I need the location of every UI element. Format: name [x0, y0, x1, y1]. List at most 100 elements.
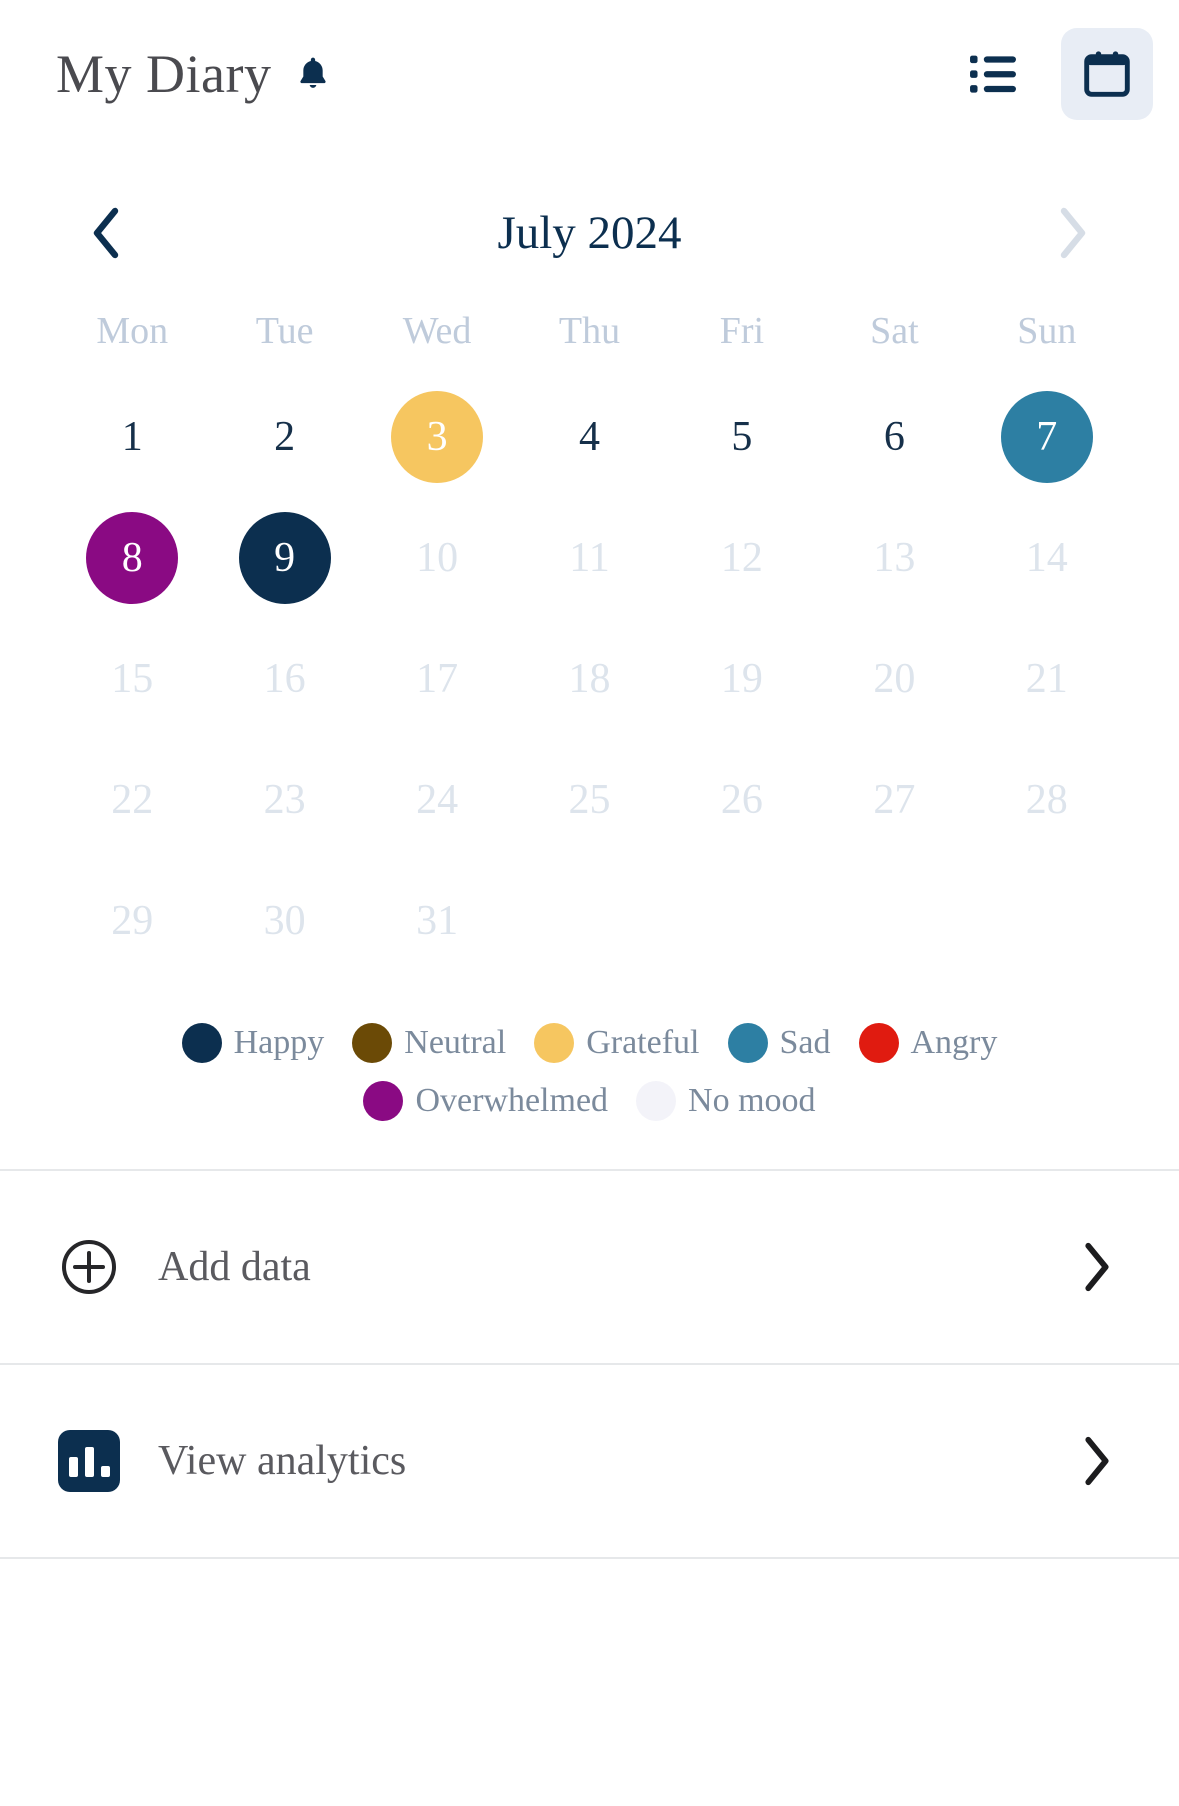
calendar-day-cell[interactable]: 31 — [361, 860, 513, 981]
calendar-day[interactable]: 10 — [391, 512, 483, 604]
chevron-right-icon[interactable] — [1069, 1240, 1123, 1294]
calendar-day[interactable]: 25 — [543, 754, 635, 846]
calendar-day[interactable]: 29 — [86, 875, 178, 967]
app-header: My Diary — [0, 0, 1179, 148]
mood-swatch — [727, 1023, 768, 1063]
calendar-day[interactable]: 26 — [696, 754, 788, 846]
calendar-day-cell[interactable]: 14 — [971, 497, 1123, 618]
calendar-day-cell[interactable]: 24 — [361, 739, 513, 860]
mood-legend-label: Angry — [910, 1024, 998, 1061]
calendar-day[interactable]: 5 — [696, 391, 788, 483]
calendar-day[interactable]: 14 — [1001, 512, 1093, 604]
calendar-day[interactable]: 1 — [86, 391, 178, 483]
calendar-day-cell[interactable]: 25 — [513, 739, 665, 860]
calendar-day[interactable]: 16 — [239, 633, 331, 725]
calendar-day[interactable]: 21 — [1001, 633, 1093, 725]
mood-legend-label: Sad — [779, 1024, 831, 1061]
prev-month-button[interactable] — [78, 198, 136, 268]
next-month-button[interactable] — [1043, 198, 1101, 268]
calendar-day-cell[interactable]: 8 — [56, 497, 208, 618]
month-label: July 2024 — [497, 206, 682, 259]
calendar-day-cell[interactable]: 10 — [361, 497, 513, 618]
calendar-day[interactable]: 12 — [696, 512, 788, 604]
weekday-label: Sat — [870, 310, 919, 352]
calendar-day-cell[interactable]: 30 — [208, 860, 360, 981]
weekday-label: Thu — [558, 310, 621, 352]
calendar-day-mood[interactable]: 3 — [391, 390, 484, 483]
header-actions — [947, 28, 1153, 120]
calendar-day-cell[interactable]: 13 — [818, 497, 970, 618]
calendar-day[interactable]: 19 — [696, 633, 788, 725]
month-navigation: July 2024 — [56, 190, 1123, 276]
bell-icon[interactable] — [293, 52, 333, 96]
calendar-day-cell[interactable]: 9 — [208, 497, 360, 618]
calendar-day-cell[interactable]: 19 — [666, 618, 818, 739]
calendar-day-cell[interactable]: 5 — [666, 376, 818, 497]
calendar-day[interactable]: 20 — [848, 633, 940, 725]
mood-legend-label: Overwhelmed — [415, 1082, 609, 1119]
calendar-day-cell[interactable]: 18 — [513, 618, 665, 739]
calendar-day-cell[interactable]: 17 — [361, 618, 513, 739]
calendar-day-cell[interactable]: 12 — [666, 497, 818, 618]
mood-legend-item: Sad — [727, 1023, 831, 1063]
calendar-day-cell[interactable]: 11 — [513, 497, 665, 618]
calendar-day[interactable]: 30 — [239, 875, 331, 967]
calendar-day-cell[interactable]: 16 — [208, 618, 360, 739]
calendar-day[interactable]: 4 — [543, 391, 635, 483]
calendar-day[interactable]: 13 — [848, 512, 940, 604]
calendar-view-button[interactable] — [1061, 28, 1153, 120]
calendar-day[interactable]: 23 — [239, 754, 331, 846]
list-view-button[interactable] — [947, 28, 1039, 120]
calendar-day[interactable]: 18 — [543, 633, 635, 725]
calendar-day-cell — [666, 860, 818, 981]
mood-legend-row: Overwhelmed No mood — [363, 1081, 816, 1121]
calendar-day-cell[interactable]: 22 — [56, 739, 208, 860]
calendar-day-cell[interactable]: 20 — [818, 618, 970, 739]
calendar-day[interactable]: 11 — [543, 512, 635, 604]
calendar-day-cell[interactable]: 15 — [56, 618, 208, 739]
calendar-day-mood[interactable]: 7 — [1000, 390, 1093, 483]
calendar-day-cell — [971, 860, 1123, 981]
calendar-day-cell[interactable]: 27 — [818, 739, 970, 860]
mood-swatch — [363, 1081, 404, 1121]
calendar-day-cell[interactable]: 1 — [56, 376, 208, 497]
calendar-day-cell[interactable]: 6 — [818, 376, 970, 497]
mood-legend-item: Angry — [858, 1023, 998, 1063]
calendar-week-row: 8 9 10 11 12 13 14 — [56, 497, 1123, 618]
mood-swatch — [858, 1023, 899, 1063]
calendar-day[interactable]: 27 — [848, 754, 940, 846]
mood-legend-label: No mood — [688, 1082, 816, 1119]
view-analytics-row[interactable]: View analytics — [0, 1365, 1179, 1557]
calendar-day-cell[interactable]: 23 — [208, 739, 360, 860]
calendar-day-cell[interactable]: 29 — [56, 860, 208, 981]
calendar-day-mood[interactable]: 8 — [86, 511, 179, 604]
page-title: My Diary — [56, 44, 272, 104]
calendar-day-cell[interactable]: 28 — [971, 739, 1123, 860]
calendar-day-cell[interactable]: 21 — [971, 618, 1123, 739]
calendar-week-row: 22 23 24 25 26 27 28 — [56, 739, 1123, 860]
calendar-day[interactable]: 17 — [391, 633, 483, 725]
calendar-day-cell[interactable]: 4 — [513, 376, 665, 497]
calendar-day-cell[interactable]: 2 — [208, 376, 360, 497]
calendar-day-cell[interactable]: 7 — [971, 376, 1123, 497]
calendar-day-cell[interactable]: 3 — [361, 376, 513, 497]
mood-legend-label: Neutral — [404, 1024, 507, 1061]
calendar-day[interactable]: 31 — [391, 875, 483, 967]
calendar-day[interactable]: 6 — [848, 391, 940, 483]
calendar-day[interactable]: 2 — [239, 391, 331, 483]
calendar-day-cell — [818, 860, 970, 981]
weekday-label: Mon — [96, 310, 169, 352]
weekday-label: Fri — [719, 310, 765, 352]
mood-legend-item: No mood — [636, 1081, 816, 1121]
chevron-right-icon[interactable] — [1069, 1434, 1123, 1488]
calendar-day[interactable]: 24 — [391, 754, 483, 846]
mood-legend-row: Happy Neutral Grateful Sad Angry — [181, 1023, 998, 1063]
mood-swatch — [636, 1081, 677, 1121]
bar-chart-icon — [58, 1430, 120, 1492]
add-data-row[interactable]: Add data — [0, 1171, 1179, 1363]
calendar-day[interactable]: 22 — [86, 754, 178, 846]
calendar-day-cell[interactable]: 26 — [666, 739, 818, 860]
calendar-day[interactable]: 28 — [1001, 754, 1093, 846]
calendar-day-mood[interactable]: 9 — [238, 511, 331, 604]
calendar-day[interactable]: 15 — [86, 633, 178, 725]
